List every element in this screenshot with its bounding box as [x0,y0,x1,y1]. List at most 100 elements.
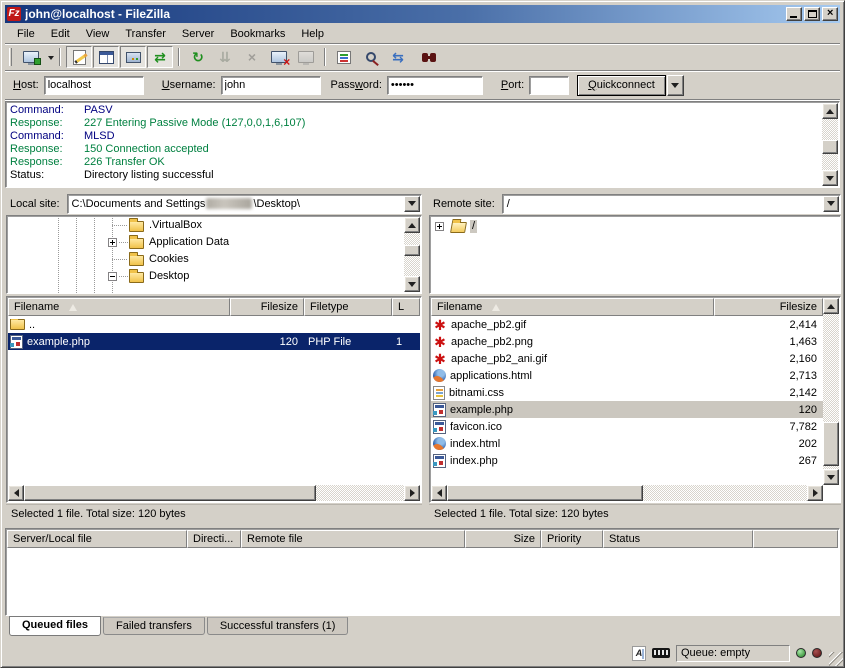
column-header-filesize[interactable]: Filesize [714,298,823,316]
file-row-selected[interactable]: example.php120 [431,401,823,418]
column-header-size[interactable]: Size [465,530,541,548]
file-row[interactable]: ✱apache_pb2.gif2,414 [431,316,823,333]
quickconnect-button[interactable]: Quickconnect [577,75,666,96]
tree-item-application-data[interactable]: Application Data [7,234,403,251]
expand-plus-icon[interactable] [108,238,117,247]
scroll-up-button[interactable] [404,217,420,233]
file-row-parent-dir[interactable]: .. [8,316,420,333]
cancel-operation-button[interactable]: × [239,46,265,68]
reconnect-button[interactable] [293,46,319,68]
local-site-combobox[interactable]: C:\Documents and Settings \Desktop\ [67,194,422,214]
host-input[interactable] [44,76,144,95]
combo-dropdown-button[interactable] [404,196,420,212]
toggle-tree-view-button[interactable] [93,46,119,68]
menu-edit[interactable]: Edit [43,26,78,42]
menu-bookmarks[interactable]: Bookmarks [222,26,293,42]
remote-list-vscrollbar[interactable] [823,298,839,485]
local-list-header: Filename Filesize Filetype L [8,298,420,316]
column-header-status[interactable]: Status [603,530,753,548]
synchronized-browsing-button[interactable]: ⇆ [385,46,411,68]
file-row[interactable]: favicon.ico7,782 [431,418,823,435]
scroll-right-button[interactable] [807,485,823,501]
arrow-left-icon [10,489,19,497]
file-row[interactable]: index.php267 [431,452,823,469]
log-line: Response:150 Connection accepted [10,143,819,156]
scroll-up-button[interactable] [823,298,839,314]
directory-filters-button[interactable] [331,46,357,68]
scroll-thumb[interactable] [447,485,643,501]
remote-site-combobox[interactable]: / [502,194,841,214]
local-path-suffix: \Desktop\ [253,198,299,210]
column-header-priority[interactable]: Priority [541,530,603,548]
disconnect-icon: × [271,51,287,63]
tree-item-cookies[interactable]: Cookies [7,251,403,268]
collapse-minus-icon[interactable] [108,272,117,281]
expand-plus-icon[interactable] [435,222,444,231]
disconnect-button[interactable]: × [266,46,292,68]
window-resize-grip[interactable] [829,652,843,666]
toolbar-grip[interactable] [9,48,12,66]
column-header-lastmodified[interactable]: L [392,298,420,316]
tab-successful-transfers[interactable]: Successful transfers (1) [207,617,349,635]
tree-item-desktop[interactable]: Desktop [7,268,403,285]
toggle-local-remote-button[interactable] [120,46,146,68]
folder-icon [129,255,144,266]
file-row[interactable]: applications.html2,713 [431,367,823,384]
column-header-remote-file[interactable]: Remote file [241,530,465,548]
file-row-example-php[interactable]: example.php 120 PHP File 1 [8,333,420,350]
scroll-thumb[interactable] [822,140,838,154]
column-header-direction[interactable]: Directi... [187,530,241,548]
file-name: apache_pb2_ani.gif [451,353,547,365]
password-input[interactable] [387,76,483,95]
column-header-filename[interactable]: Filename [8,298,230,316]
tree-item-label: Desktop [147,270,191,283]
tree-item-virtualbox[interactable]: .VirtualBox [7,217,403,234]
scroll-down-button[interactable] [404,276,420,292]
column-header-filetype[interactable]: Filetype [304,298,392,316]
tree-item-root[interactable]: / [430,218,822,235]
menu-view[interactable]: View [78,26,118,42]
menu-transfer[interactable]: Transfer [117,26,174,42]
scroll-down-button[interactable] [823,469,839,485]
tab-queued-files[interactable]: Queued files [9,616,101,636]
scroll-up-button[interactable] [822,103,838,119]
file-row[interactable]: ✱apache_pb2.png1,463 [431,333,823,350]
process-queue-button[interactable]: ⇊ [212,46,238,68]
file-row[interactable]: index.html202 [431,435,823,452]
site-manager-dropdown[interactable] [45,52,54,63]
port-input[interactable] [529,76,569,95]
local-tree-scrollbar[interactable] [404,217,420,292]
scroll-down-button[interactable] [822,170,838,186]
find-files-button[interactable] [412,46,438,68]
toggle-transfer-queue-button[interactable]: ⇄ [147,46,173,68]
column-header-server-local-file[interactable]: Server/Local file [7,530,187,548]
scroll-right-button[interactable] [404,485,420,501]
tab-failed-transfers[interactable]: Failed transfers [103,617,205,635]
close-button[interactable]: × [822,7,838,21]
column-header-filename[interactable]: Filename [431,298,714,316]
log-scrollbar[interactable] [822,103,838,186]
minimize-button[interactable] [786,7,802,21]
scroll-left-button[interactable] [431,485,447,501]
username-input[interactable] [221,76,321,95]
column-header-filesize[interactable]: Filesize [230,298,304,316]
maximize-button[interactable] [804,7,820,21]
menu-help[interactable]: Help [293,26,332,42]
directory-comparison-button[interactable] [358,46,384,68]
local-list-hscrollbar[interactable] [8,485,420,501]
menu-file[interactable]: File [9,26,43,42]
scroll-thumb[interactable] [24,485,316,501]
scroll-left-button[interactable] [8,485,24,501]
site-manager-button[interactable] [18,46,44,68]
toggle-message-log-button[interactable] [66,46,92,68]
refresh-button[interactable]: ↻ [185,46,211,68]
combo-dropdown-button[interactable] [823,196,839,212]
scroll-thumb[interactable] [404,245,420,256]
cancel-icon: × [248,50,256,64]
scroll-thumb[interactable] [823,422,839,466]
remote-list-hscrollbar[interactable] [431,485,823,501]
file-row[interactable]: ✱apache_pb2_ani.gif2,160 [431,350,823,367]
quickconnect-dropdown-button[interactable] [667,75,684,96]
file-row[interactable]: bitnami.css2,142 [431,384,823,401]
menu-server[interactable]: Server [174,26,222,42]
